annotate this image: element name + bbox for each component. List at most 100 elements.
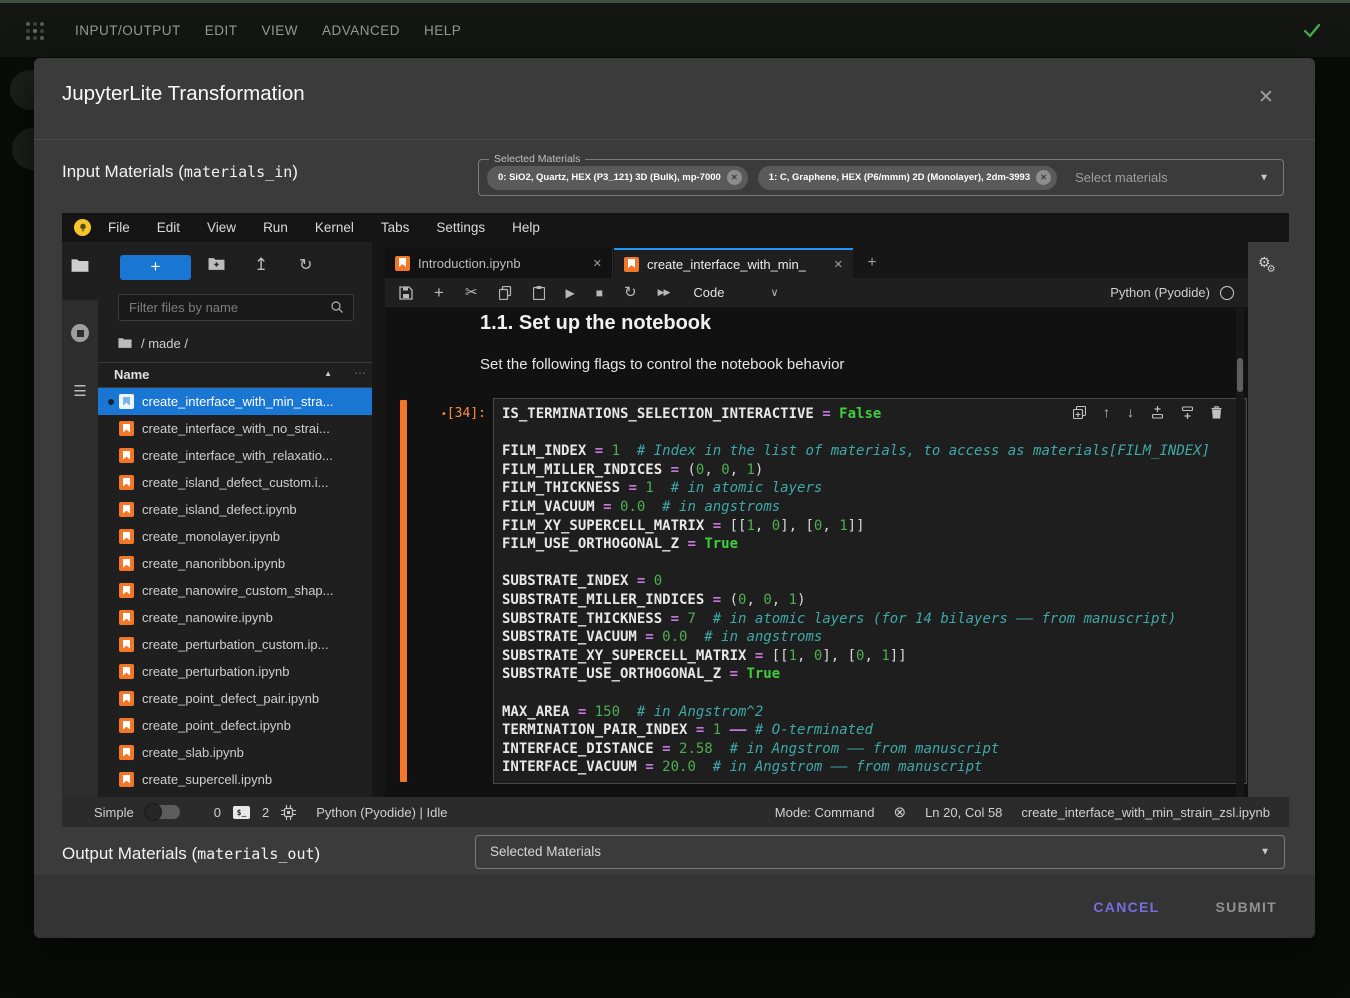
output-materials-select[interactable]: Selected Materials ▼ xyxy=(475,835,1285,869)
selected-materials-field[interactable]: Selected Materials 0: SiO2, Quartz, HEX … xyxy=(478,159,1284,196)
insert-cell-icon[interactable]: + xyxy=(434,284,444,301)
run-all-icon[interactable]: ▶▶ xyxy=(658,288,670,297)
file-list-item[interactable]: create_monolayer.ipynb xyxy=(98,523,372,550)
material-chip[interactable]: 1: C, Graphene, HEX (P6/mmm) 2D (Monolay… xyxy=(758,166,1057,190)
file-list-item[interactable]: create_interface_with_no_strai... xyxy=(98,415,372,442)
cursor-position[interactable]: Ln 20, Col 58 xyxy=(925,805,1002,820)
file-list-item[interactable]: create_supercell.ipynb xyxy=(98,766,372,793)
cut-icon[interactable]: ✂ xyxy=(465,285,478,300)
dialog-close-icon[interactable]: ✕ xyxy=(1258,86,1274,109)
code-token: = xyxy=(620,480,645,496)
tab-create-interface[interactable]: create_interface_with_min_ ✕ xyxy=(614,248,853,278)
submit-button[interactable]: SUBMIT xyxy=(1210,898,1283,916)
app-menu-item[interactable]: VIEW xyxy=(262,23,299,38)
code-token: = xyxy=(628,573,653,589)
file-list-item[interactable]: create_perturbation.ipynb xyxy=(98,658,372,685)
scrollbar[interactable] xyxy=(1236,308,1244,797)
material-chip[interactable]: 0: SiO2, Quartz, HEX (P3_121) 3D (Bulk),… xyxy=(487,166,748,190)
paste-icon[interactable] xyxy=(533,286,545,300)
filter-files-input[interactable] xyxy=(118,294,354,321)
move-cell-up-icon[interactable]: ↑ xyxy=(1103,405,1110,419)
duplicate-cell-icon[interactable] xyxy=(1073,406,1086,419)
settings-gears-icon[interactable]: ⚙⚙ xyxy=(1258,254,1280,272)
upload-icon[interactable]: ↥ xyxy=(254,255,268,275)
tab-close-icon[interactable]: ✕ xyxy=(583,257,602,270)
new-tab-button[interactable]: + xyxy=(861,252,883,274)
sort-ascending-icon[interactable]: ▲ xyxy=(324,369,332,378)
ellipsis-icon[interactable]: ⋯ xyxy=(354,366,366,380)
lightbulb-icon[interactable] xyxy=(74,219,91,236)
kernel-status-text[interactable]: Python (Pyodide) | Idle xyxy=(316,805,447,820)
file-list-item[interactable]: create_nanowire.ipynb xyxy=(98,604,372,631)
file-list-item[interactable]: create_interface_with_min_stra... xyxy=(98,388,372,415)
kernels-count[interactable]: 2 xyxy=(262,805,269,820)
material-chip-label: 1: C, Graphene, HEX (P6/mmm) 2D (Monolay… xyxy=(769,172,1030,183)
file-list-item[interactable]: create_island_defect_custom.i... xyxy=(98,469,372,496)
restart-kernel-icon[interactable]: ↻ xyxy=(624,285,637,300)
refresh-icon[interactable]: ↻ xyxy=(299,255,312,275)
new-launcher-button[interactable]: + xyxy=(120,255,191,280)
app-menu-item[interactable]: HELP xyxy=(424,23,461,38)
jupyter-menu-item[interactable]: View xyxy=(207,220,236,235)
app-menu-item[interactable]: INPUT/OUTPUT xyxy=(75,23,181,38)
shield-x-icon[interactable]: ⊗ xyxy=(894,803,907,821)
mode-indicator[interactable]: Mode: Command xyxy=(775,805,875,820)
running-kernels-icon[interactable] xyxy=(71,324,89,342)
move-cell-down-icon[interactable]: ↓ xyxy=(1127,405,1134,419)
simple-mode-toggle[interactable] xyxy=(146,805,180,819)
tab-introduction[interactable]: Introduction.ipynb ✕ xyxy=(385,248,613,278)
name-column-header[interactable]: Name xyxy=(114,367,149,382)
jupyter-menu-item[interactable]: Kernel xyxy=(315,220,354,235)
confirm-check-icon[interactable] xyxy=(1300,18,1324,42)
file-list-item[interactable]: create_point_defect.ipynb xyxy=(98,712,372,739)
file-list-item[interactable]: create_island_defect.ipynb xyxy=(98,496,372,523)
file-browser-icon[interactable] xyxy=(62,258,98,273)
kernel-status-icon[interactable] xyxy=(1220,286,1234,300)
notebook-file-icon xyxy=(119,664,134,679)
code-token: = xyxy=(746,648,771,664)
cell-type-select[interactable]: Code xyxy=(693,285,724,300)
app-menu-item[interactable]: ADVANCED xyxy=(322,23,400,38)
run-icon[interactable]: ▶ xyxy=(566,287,575,299)
save-icon[interactable] xyxy=(399,286,413,300)
kernel-name[interactable]: Python (Pyodide) xyxy=(1110,285,1210,300)
cancel-button[interactable]: CANCEL xyxy=(1087,898,1165,916)
chip-delete-icon[interactable]: ✕ xyxy=(727,170,742,185)
stop-icon[interactable]: ■ xyxy=(596,287,603,299)
breadcrumb[interactable]: / made / xyxy=(118,334,188,352)
file-list-item[interactable]: create_perturbation_custom.ip... xyxy=(98,631,372,658)
file-list-item[interactable]: create_slab.ipynb xyxy=(98,739,372,766)
file-list-item[interactable]: create_nanoribbon.ipynb xyxy=(98,550,372,577)
insert-cell-above-icon[interactable] xyxy=(1151,406,1164,419)
app-menu-item[interactable]: EDIT xyxy=(205,23,238,38)
jupyter-menu-item[interactable]: Edit xyxy=(157,220,180,235)
terminals-count[interactable]: 0 xyxy=(214,805,221,820)
chevron-down-icon[interactable]: ∨ xyxy=(771,286,779,299)
jupyter-menu-item[interactable]: Settings xyxy=(436,220,485,235)
scrollbar-thumb[interactable] xyxy=(1237,358,1243,392)
cell-collapse-bar[interactable] xyxy=(400,400,407,782)
file-list-item[interactable]: create_interface_with_relaxatio... xyxy=(98,442,372,469)
jupyterlab-window: File Edit View Run Kernel Tabs Settings Help ☰ xyxy=(62,213,1289,827)
code-editor[interactable]: IS_TERMINATIONS_SELECTION_INTERACTIVE = … xyxy=(493,398,1247,784)
tab-close-icon[interactable]: ✕ xyxy=(824,258,843,271)
jupyter-menu-item[interactable]: Run xyxy=(263,220,288,235)
code-line: FILM_XY_SUPERCELL_MATRIX = [[1, 0], [0, … xyxy=(502,517,1238,536)
file-list-header[interactable]: Name ▲ ⋯ xyxy=(98,362,372,388)
jupyter-menu-item[interactable]: File xyxy=(108,220,130,235)
notebook-content[interactable]: 1.1. Set up the notebook Set the followi… xyxy=(385,308,1248,797)
select-materials-placeholder[interactable]: Select materials xyxy=(1075,170,1167,185)
new-folder-icon[interactable] xyxy=(208,257,225,271)
chip-delete-icon[interactable]: ✕ xyxy=(1036,170,1051,185)
file-list-item[interactable]: create_nanowire_custom_shap... xyxy=(98,577,372,604)
app-logo-icon[interactable] xyxy=(24,20,46,42)
status-bar-right: Mode: Command ⊗ Ln 20, Col 58 create_int… xyxy=(775,803,1289,821)
delete-cell-icon[interactable] xyxy=(1211,406,1222,419)
jupyter-menu-item[interactable]: Tabs xyxy=(381,220,410,235)
copy-icon[interactable] xyxy=(499,286,512,300)
insert-cell-below-icon[interactable] xyxy=(1181,406,1194,419)
chevron-down-icon[interactable]: ▼ xyxy=(1259,172,1269,183)
jupyter-menu-item[interactable]: Help xyxy=(512,220,540,235)
table-of-contents-icon[interactable]: ☰ xyxy=(62,382,98,400)
file-list-item[interactable]: create_point_defect_pair.ipynb xyxy=(98,685,372,712)
